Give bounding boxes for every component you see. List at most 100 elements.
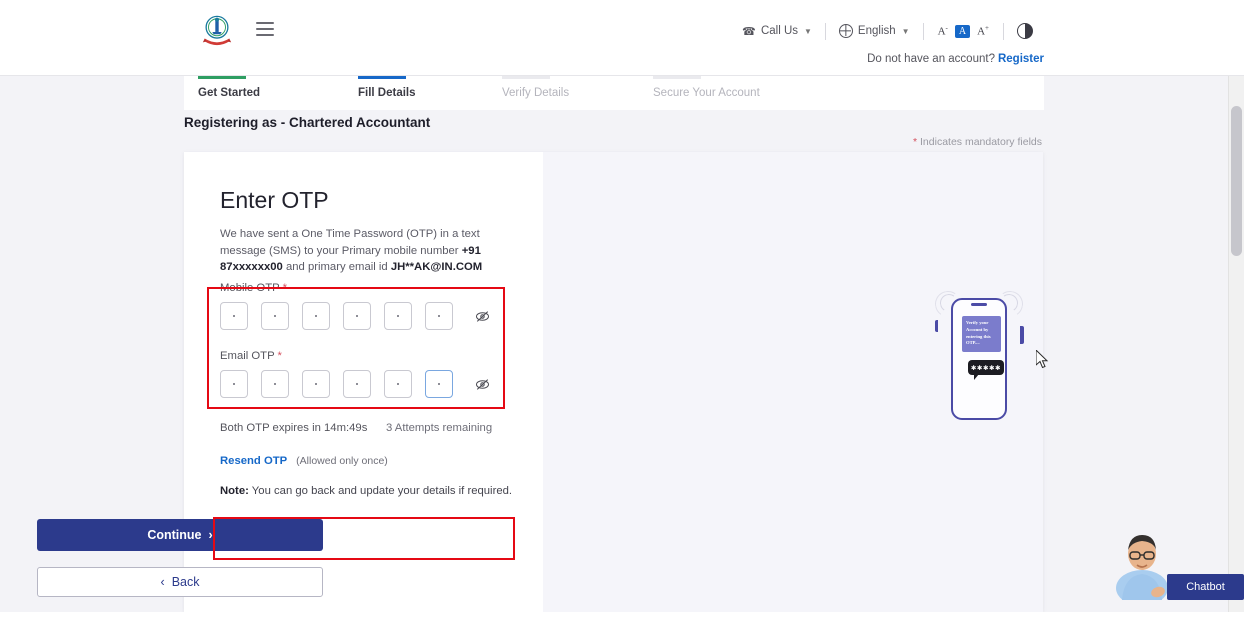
mandatory-note-text: Indicates mandatory fields (917, 136, 1042, 148)
mobile-otp-label: Mobile OTP * (220, 282, 287, 294)
font-increase-button[interactable]: A+ (977, 24, 989, 38)
step-progress-bar (198, 76, 246, 79)
chevron-down-icon: ▼ (901, 26, 910, 36)
header-utility-row: ☎ Call Us ▼ English ▼ A- A A+ (729, 20, 1046, 42)
masked-digit (273, 382, 277, 386)
back-label: Back (171, 575, 200, 589)
mobile-otp-digit-3[interactable] (302, 302, 330, 330)
email-otp-group: Email OTP * (220, 350, 490, 398)
desc-part2: and primary email id (282, 261, 391, 273)
email-otp-eye-off-icon[interactable] (475, 378, 490, 391)
hamburger-menu-icon[interactable] (256, 22, 274, 36)
site-header: ☎ Call Us ▼ English ▼ A- A A+ Do not hav… (0, 0, 1244, 76)
masked-digit (355, 314, 359, 318)
otp-message-bubble: Verify your Account by entering this OTP… (962, 316, 1001, 352)
masked-digit (314, 314, 318, 318)
chatbot-button[interactable]: Chatbot (1167, 574, 1244, 600)
email-otp-digit-6[interactable] (425, 370, 453, 398)
contrast-toggle[interactable] (1004, 23, 1046, 39)
mobile-otp-group: Mobile OTP * (220, 282, 490, 330)
registering-as-title: Registering as - Chartered Accountant (184, 115, 431, 130)
chatbot-avatar (1116, 535, 1168, 600)
register-link[interactable]: Register (998, 53, 1044, 65)
step-progress-bar (358, 76, 406, 79)
masked-digit (437, 382, 441, 386)
mobile-otp-digit-2[interactable] (261, 302, 289, 330)
scrollbar-thumb[interactable] (1231, 106, 1242, 256)
step-label: Secure Your Account (653, 87, 760, 99)
phone-icon: ☎ (742, 25, 756, 38)
contrast-toggle-icon (1017, 23, 1033, 39)
no-account-text: Do not have an account? (867, 53, 995, 65)
otp-expiry-row: Both OTP expires in 14m:49s 3 Attempts r… (220, 422, 520, 434)
chatbot-widget[interactable]: Chatbot (1112, 528, 1244, 600)
mobile-otp-digit-5[interactable] (384, 302, 412, 330)
otp-attempts-text: 3 Attempts remaining (386, 422, 493, 434)
masked-digit (396, 382, 400, 386)
masked-digit (355, 382, 359, 386)
resend-row: Resend OTP (Allowed only once) (220, 455, 388, 467)
language-menu[interactable]: English ▼ (826, 24, 923, 38)
phone-notch (971, 303, 987, 306)
step-label: Verify Details (502, 87, 570, 99)
resend-note: (Allowed only once) (296, 455, 388, 467)
back-button[interactable]: ‹ Back (37, 567, 323, 597)
globe-icon (838, 24, 853, 38)
phone-side-button (934, 320, 938, 332)
otp-expiry-text: Both OTP expires in 14m:49s (220, 422, 368, 434)
mandatory-fields-note: * Indicates mandatory fields (0, 136, 1044, 148)
income-tax-logo[interactable] (200, 14, 234, 50)
masked-email-id: JH**AK@IN.COM (390, 261, 483, 273)
phone-otp-illustration: Verify your Account by entering this OTP… (932, 288, 1026, 428)
font-decrease-button[interactable]: A- (938, 24, 948, 38)
email-otp-digit-5[interactable] (384, 370, 412, 398)
masked-digit (396, 314, 400, 318)
phone-device: Verify your Account by entering this OTP… (951, 298, 1007, 420)
mobile-otp-digit-1[interactable] (220, 302, 248, 330)
email-otp-inputs (220, 370, 490, 398)
continue-button[interactable]: Continue › (37, 519, 323, 551)
masked-digit (314, 382, 318, 386)
email-otp-digit-2[interactable] (261, 370, 289, 398)
masked-digit (232, 382, 236, 386)
masked-otp-bubble: ✱✱✱✱✱ (968, 360, 1004, 380)
page-body: Get Started Fill Details Verify Details … (0, 76, 1244, 612)
required-asterisk: * (277, 350, 282, 362)
language-label: English (857, 25, 896, 37)
step-progress-bar (502, 76, 550, 79)
desc-part1: We have sent a One Time Password (OTP) i… (220, 228, 480, 257)
step-progress-bar (653, 76, 701, 79)
page-title: Enter OTP (220, 187, 329, 213)
font-size-controls: A- A A+ (924, 24, 1003, 38)
chevron-down-icon: ▼ (804, 26, 812, 36)
emblem-icon (202, 15, 232, 46)
header-right-tools: ☎ Call Us ▼ English ▼ A- A A+ Do not hav… (724, 0, 1244, 76)
step-label: Fill Details (358, 87, 416, 99)
register-prompt: Do not have an account? Register (867, 53, 1044, 65)
masked-digit (437, 314, 441, 318)
call-us-label: Call Us (760, 25, 798, 37)
masked-otp-stars: ✱✱✱✱✱ (970, 364, 1002, 372)
call-us-menu[interactable]: ☎ Call Us ▼ (729, 25, 825, 38)
mobile-otp-digit-4[interactable] (343, 302, 371, 330)
app-screen: ☎ Call Us ▼ English ▼ A- A A+ Do not hav… (0, 0, 1244, 626)
chevron-right-icon: › (208, 528, 213, 542)
mobile-otp-inputs (220, 302, 490, 330)
registration-stepper: Get Started Fill Details Verify Details … (184, 76, 1044, 110)
mobile-otp-digit-6[interactable] (425, 302, 453, 330)
chevron-left-icon: ‹ (160, 575, 165, 589)
email-otp-digit-3[interactable] (302, 370, 330, 398)
note-label: Note: (220, 485, 249, 497)
email-otp-label: Email OTP * (220, 350, 282, 362)
font-normal-button[interactable]: A (954, 24, 971, 38)
required-asterisk: * (282, 282, 287, 294)
info-note: Note: You can go back and update your de… (220, 485, 512, 497)
resend-otp-link[interactable]: Resend OTP (220, 455, 287, 467)
email-otp-digit-1[interactable] (220, 370, 248, 398)
masked-digit (232, 314, 236, 318)
email-otp-digit-4[interactable] (343, 370, 371, 398)
continue-label: Continue (147, 528, 202, 542)
mobile-otp-eye-off-icon[interactable] (475, 310, 490, 323)
masked-digit (273, 314, 277, 318)
otp-description: We have sent a One Time Password (OTP) i… (220, 226, 512, 276)
